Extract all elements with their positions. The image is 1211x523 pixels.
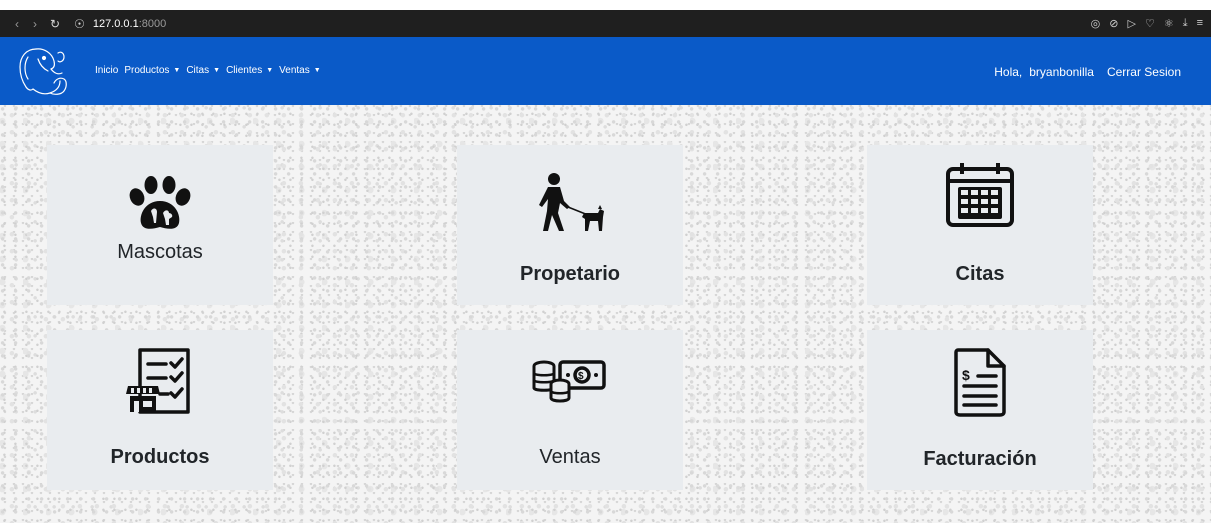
- card-ventas[interactable]: $ Ventas: [457, 330, 683, 490]
- globe-icon: ☉: [74, 16, 85, 31]
- nav-ventas-label: Ventas: [279, 65, 310, 76]
- browser-chrome: ‹ › ↻ ☉ 127.0.0.1:8000 ◎ ⊘ ▷ ♡ ⚛ ⤓ ≡: [0, 0, 1211, 37]
- caret-down-icon: ▼: [173, 67, 181, 74]
- caret-down-icon: ▼: [313, 67, 321, 74]
- card-title: Facturación: [923, 448, 1037, 470]
- svg-text:$: $: [578, 371, 584, 382]
- card-citas[interactable]: Citas: [867, 145, 1093, 305]
- calendar-icon: [946, 163, 1014, 227]
- nav-citas-dropdown[interactable]: Citas ▼: [186, 65, 220, 76]
- caret-down-icon: ▼: [266, 67, 274, 74]
- nav-productos-dropdown[interactable]: Productos ▼: [124, 65, 180, 76]
- browser-extension-icons: ◎ ⊘ ▷ ♡ ⚛ ⤓ ≡: [1091, 17, 1203, 30]
- play-icon[interactable]: ▷: [1127, 17, 1135, 30]
- dashboard: Mascotas Propetario Citas Productos $ Ve…: [0, 105, 1211, 523]
- nav-clientes-dropdown[interactable]: Clientes ▼: [226, 65, 273, 76]
- main-nav: Inicio Productos ▼ Citas ▼ Clientes ▼ Venta…: [95, 65, 321, 76]
- heart-icon[interactable]: ♡: [1145, 17, 1155, 30]
- logout-link[interactable]: Cerrar Sesion: [1107, 65, 1181, 79]
- camera-icon[interactable]: ◎: [1091, 17, 1101, 30]
- card-productos[interactable]: Productos: [47, 330, 273, 490]
- card-title: Productos: [110, 446, 210, 468]
- card-title: Propetario: [519, 263, 621, 285]
- nav-inicio-label: Inicio: [95, 65, 119, 76]
- dog-logo-icon[interactable]: [14, 43, 72, 99]
- username-text: bryanbonilla: [1029, 65, 1094, 79]
- back-button[interactable]: ‹: [8, 17, 26, 31]
- reload-icon[interactable]: ↻: [50, 17, 60, 31]
- nav-ventas-dropdown[interactable]: Ventas ▼: [279, 65, 321, 76]
- url-host: 127.0.0.1: [92, 17, 139, 30]
- card-title: Citas: [955, 263, 1005, 285]
- paw-icon: [129, 176, 191, 229]
- card-facturacion[interactable]: $ Facturación: [867, 330, 1093, 490]
- money-icon: $: [532, 360, 606, 403]
- download-icon[interactable]: ⤓: [1183, 17, 1188, 30]
- caret-down-icon: ▼: [213, 67, 221, 74]
- browser-toolbar: ‹ › ↻ ☉ 127.0.0.1:8000 ◎ ⊘ ▷ ♡ ⚛ ⤓ ≡: [0, 10, 1211, 37]
- nav-inicio[interactable]: Inicio: [95, 65, 118, 76]
- blocker-icon[interactable]: ⊘: [1109, 17, 1118, 30]
- card-title: Mascotas: [117, 241, 203, 263]
- card-title: Ventas: [539, 446, 601, 468]
- navbar: Inicio Productos ▼ Citas ▼ Clientes ▼ Venta…: [0, 37, 1211, 105]
- checklist-store-icon: [126, 348, 190, 414]
- forward-button[interactable]: ›: [26, 17, 44, 31]
- card-mascotas[interactable]: Mascotas: [47, 145, 273, 305]
- card-propetario[interactable]: Propetario: [457, 145, 683, 305]
- cube-icon[interactable]: ⚛: [1164, 17, 1174, 30]
- user-area: Hola, bryanbonilla Cerrar Sesion: [994, 65, 1181, 79]
- nav-citas-label: Citas: [186, 65, 210, 76]
- nav-productos-label: Productos: [124, 65, 170, 76]
- greeting-text: Hola,: [994, 65, 1023, 79]
- svg-text:$: $: [962, 367, 970, 383]
- url-port: :8000: [138, 17, 167, 30]
- address-bar[interactable]: 127.0.0.1:8000: [93, 18, 166, 30]
- menu-icon[interactable]: ≡: [1197, 17, 1203, 30]
- nav-clientes-label: Clientes: [226, 65, 263, 76]
- dog-walker-icon: [539, 173, 604, 231]
- invoice-icon: $: [954, 348, 1006, 417]
